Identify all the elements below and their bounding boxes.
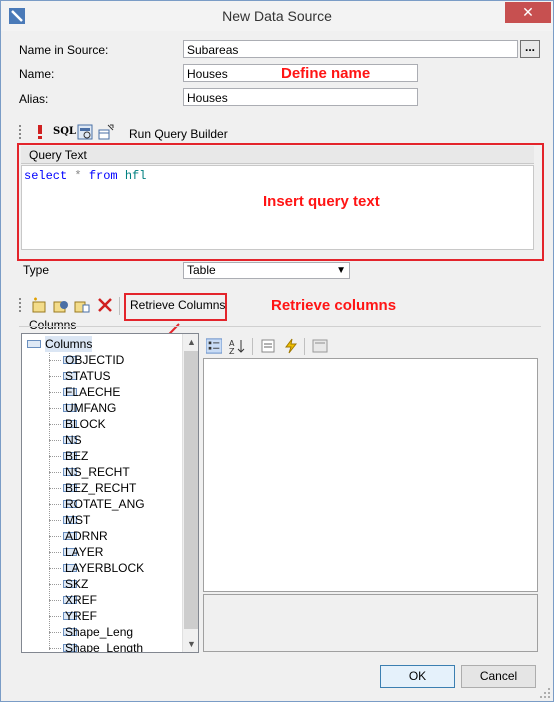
tree-connector	[49, 348, 50, 650]
scroll-down-icon[interactable]: ▼	[183, 636, 198, 652]
tree-column-label: NS	[65, 433, 82, 447]
tree-connector	[49, 360, 61, 361]
tree-connector	[49, 392, 61, 393]
svg-text:Z: Z	[229, 347, 235, 354]
scroll-thumb[interactable]	[184, 351, 198, 629]
tree-column-label: UMFANG	[65, 401, 117, 415]
property-pages-icon[interactable]	[312, 338, 328, 354]
tree-column-label: BEZ	[65, 449, 89, 463]
edit-column-icon[interactable]	[53, 297, 69, 313]
events-icon[interactable]	[283, 338, 299, 354]
tree-scrollbar[interactable]: ▲ ▼	[182, 334, 198, 652]
categorized-icon[interactable]	[206, 338, 222, 354]
toolbar-separator	[304, 338, 305, 355]
browse-button[interactable]: ...	[520, 40, 540, 58]
new-data-source-dialog: New Data Source ✕ Name in Source: Subare…	[0, 0, 554, 702]
tree-connector	[49, 472, 61, 473]
tree-column-label: XREF	[65, 593, 98, 607]
retrieve-highlight-box	[124, 293, 227, 321]
toolbar-separator	[252, 338, 253, 355]
run-query-builder-button[interactable]: Run Query Builder	[129, 127, 228, 141]
tree-connector	[49, 456, 61, 457]
query-designer-icon[interactable]	[77, 124, 93, 140]
tree-root-label: Columns	[45, 336, 93, 352]
toolbar-grip	[19, 125, 24, 139]
tree-connector	[49, 488, 61, 489]
resize-grip-icon[interactable]	[539, 687, 551, 699]
define-name-annotation: Define name	[281, 65, 371, 82]
tree-connector	[49, 504, 61, 505]
tree-connector	[49, 568, 61, 569]
tree-column-label: OBJECTID	[65, 353, 125, 367]
group-divider	[19, 326, 541, 327]
title-bar: New Data Source ✕	[1, 1, 553, 31]
ok-button[interactable]: OK	[380, 665, 455, 688]
tree-column-label: FLAECHE	[65, 385, 121, 399]
columns-group-label: Columns	[29, 318, 77, 332]
add-table-icon[interactable]	[98, 124, 114, 140]
tree-column-label: SKZ	[65, 577, 89, 591]
tree-connector	[49, 520, 61, 521]
tree-column-label: STATUS	[65, 369, 111, 383]
cancel-button[interactable]: Cancel	[461, 665, 536, 688]
window-title: New Data Source	[222, 8, 332, 24]
sql-icon[interactable]: SQL	[53, 126, 76, 137]
tree-column-label: LAYER	[65, 545, 104, 559]
exclamation-icon[interactable]	[32, 124, 48, 140]
alias-field[interactable]: Houses	[183, 88, 418, 106]
tree-column-label: BLOCK	[65, 417, 106, 431]
type-select[interactable]: Table ▼	[183, 262, 350, 279]
close-button[interactable]: ✕	[505, 2, 551, 23]
tree-column-label: ROTATE_ANG	[65, 497, 145, 511]
tree-connector	[49, 440, 61, 441]
tree-connector	[49, 600, 61, 601]
toolbar-separator	[119, 297, 120, 315]
calc-column-icon[interactable]	[74, 297, 90, 313]
name-in-source-label: Name in Source:	[19, 43, 109, 57]
tree-column-label: LAYERBLOCK	[65, 561, 145, 575]
insert-query-annotation: Insert query text	[263, 193, 380, 210]
toolbar-grip	[19, 298, 24, 312]
tree-connector	[49, 584, 61, 585]
tree-column-label: Shape_Length	[65, 641, 144, 653]
properties-icon[interactable]	[260, 338, 276, 354]
name-label: Name:	[19, 67, 55, 81]
property-grid[interactable]	[203, 358, 538, 592]
tree-column-label: MST	[65, 513, 91, 527]
type-select-value: Table	[187, 263, 216, 277]
tree-connector	[49, 424, 61, 425]
property-description	[203, 594, 538, 652]
tree-column-label: YREF	[65, 609, 98, 623]
alphabetical-icon[interactable]: A Z	[229, 338, 245, 354]
columns-tree[interactable]: Columns OBJECTID STATUS FLAECHE UMFANG BLOCK…	[21, 333, 199, 653]
tree-column-label: NS_RECHT	[65, 465, 130, 479]
type-label: Type	[23, 263, 50, 277]
tree-connector	[49, 648, 61, 649]
new-column-icon[interactable]	[31, 297, 47, 313]
scroll-up-icon[interactable]: ▲	[183, 334, 198, 350]
tree-connector	[49, 552, 61, 553]
tree-column-label: ADRNR	[65, 529, 108, 543]
tree-connector	[49, 376, 61, 377]
delete-icon[interactable]	[97, 297, 113, 313]
tree-column-label: Shape_Leng	[65, 625, 134, 639]
tree-connector	[49, 616, 61, 617]
tree-column-label: BEZ_RECHT	[65, 481, 137, 495]
tree-connector	[49, 536, 61, 537]
chevron-down-icon: ▼	[336, 265, 346, 276]
table-icon	[27, 340, 41, 348]
tree-connector	[49, 408, 61, 409]
retrieve-columns-annotation: Retrieve columns	[271, 297, 397, 314]
alias-label: Alias:	[19, 92, 49, 106]
tree-connector	[49, 632, 61, 633]
name-in-source-field[interactable]: Subareas	[183, 40, 518, 58]
